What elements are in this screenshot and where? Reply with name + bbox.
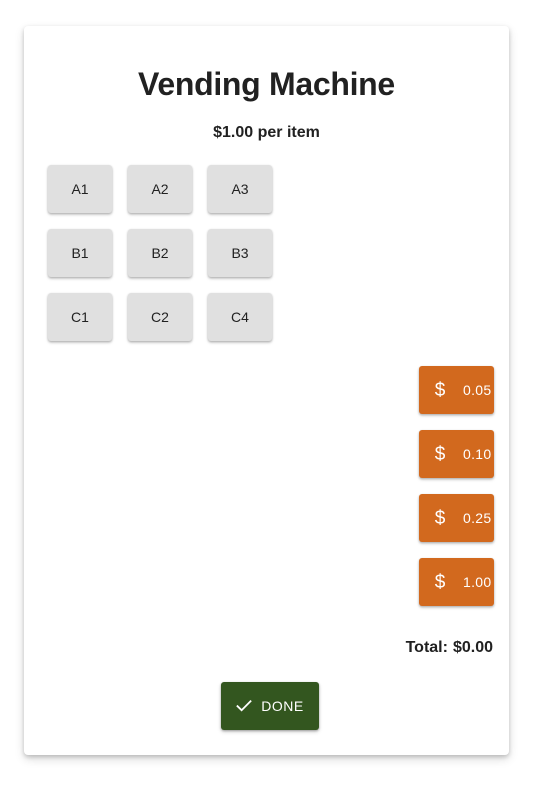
coin-value: 0.25 [463, 510, 492, 526]
product-slot-grid: A1 A2 A3 B1 B2 B3 C1 C2 C4 [48, 165, 272, 341]
done-button[interactable]: DONE [221, 682, 319, 730]
vending-machine-card: Vending Machine $1.00 per item A1 A2 A3 … [24, 26, 509, 755]
coin-button-1-00[interactable]: $ 1.00 [419, 558, 494, 606]
coin-value: 1.00 [463, 574, 492, 590]
slot-button-c1[interactable]: C1 [48, 293, 112, 341]
slot-button-a3[interactable]: A3 [208, 165, 272, 213]
coin-value: 0.10 [463, 446, 492, 462]
slot-button-c4[interactable]: C4 [208, 293, 272, 341]
checkmark-icon [236, 700, 253, 712]
total-amount: $0.00 [452, 639, 493, 656]
dollar-icon: $ [434, 507, 446, 529]
dollar-icon: $ [434, 379, 446, 401]
total-label: Total: [405, 639, 448, 656]
coin-button-0-10[interactable]: $ 0.10 [419, 430, 494, 478]
slot-button-b1[interactable]: B1 [48, 229, 112, 277]
slot-button-a2[interactable]: A2 [128, 165, 192, 213]
coin-buttons: $ 0.05 $ 0.10 $ 0.25 $ 1.00 [419, 366, 494, 606]
page-title: Vending Machine [138, 66, 395, 102]
slot-button-a1[interactable]: A1 [48, 165, 112, 213]
done-label: DONE [261, 698, 304, 714]
slot-button-c2[interactable]: C2 [128, 293, 192, 341]
price-per-item: $1.00 per item [213, 124, 320, 141]
coin-button-0-25[interactable]: $ 0.25 [419, 494, 494, 542]
slot-button-b2[interactable]: B2 [128, 229, 192, 277]
coin-value: 0.05 [463, 382, 492, 398]
dollar-icon: $ [434, 571, 446, 593]
total-display: Total: $0.00 [406, 639, 493, 657]
slot-button-b3[interactable]: B3 [208, 229, 272, 277]
dollar-icon: $ [434, 443, 446, 465]
coin-button-0-05[interactable]: $ 0.05 [419, 366, 494, 414]
